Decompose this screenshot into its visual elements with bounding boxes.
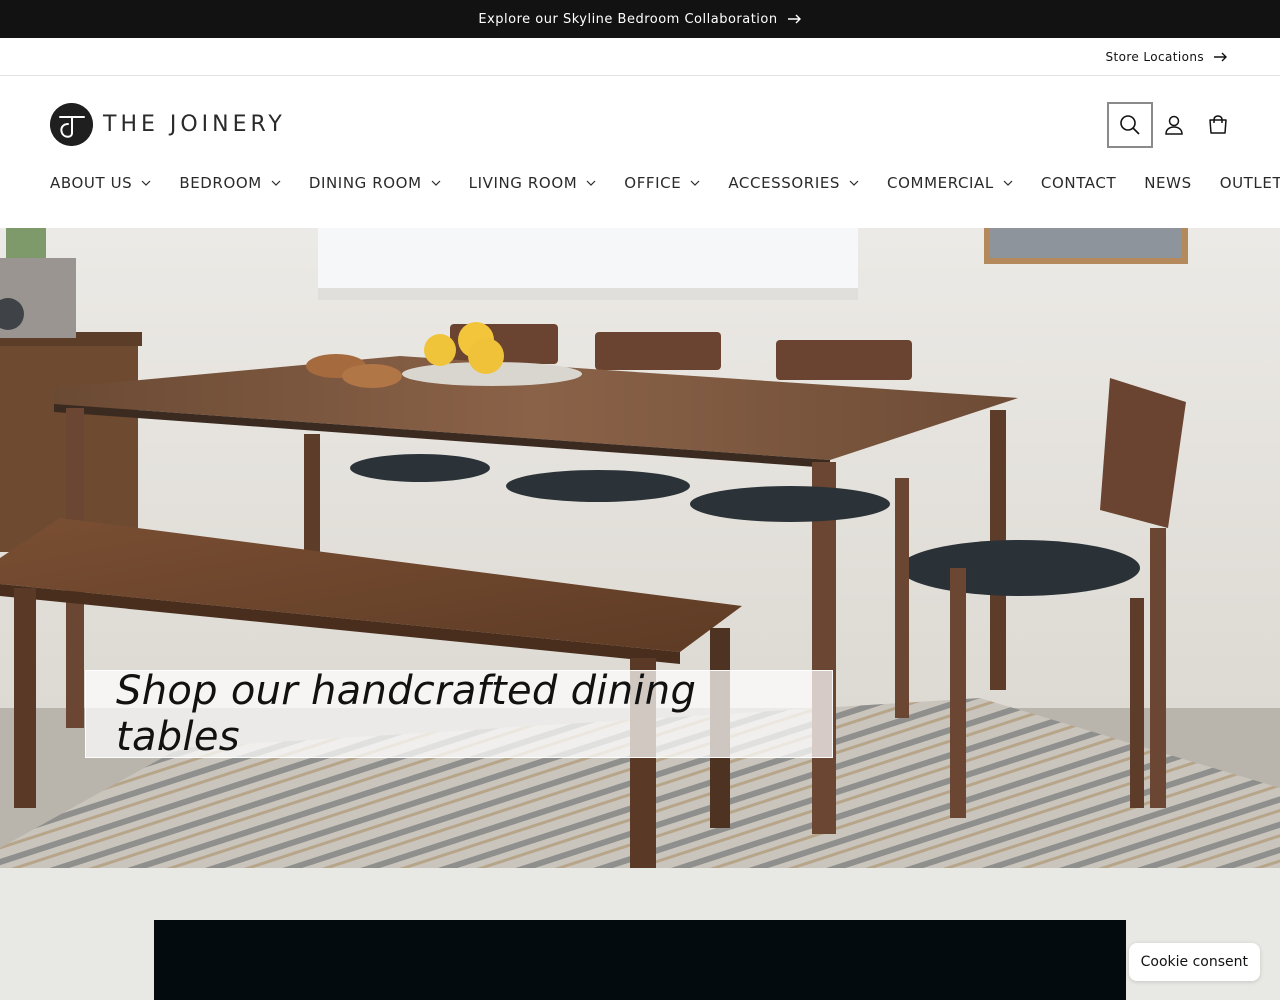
hero-caption[interactable]: Shop our handcrafted dining tables [85, 668, 833, 760]
search-button[interactable] [1107, 102, 1153, 148]
hero-caption-text: Shop our handcrafted dining tables [116, 668, 697, 760]
nav-label: DINING ROOM [308, 174, 422, 192]
nav-item-living-room[interactable]: LIVING ROOM [469, 174, 597, 192]
nav-item-accessories[interactable]: ACCESSORIES [728, 174, 859, 192]
arrow-right-icon [1214, 52, 1227, 61]
chevron-down-icon [849, 180, 859, 186]
nav-item-commercial[interactable]: COMMERCIAL [887, 174, 1013, 192]
utility-bar: Store Locations [0, 38, 1280, 76]
account-button[interactable] [1152, 103, 1196, 147]
nav-item-contact[interactable]: CONTACT [1041, 174, 1116, 192]
store-locations-link[interactable]: Store Locations [1105, 50, 1228, 64]
chevron-down-icon [1003, 180, 1013, 186]
nav-label: CONTACT [1040, 174, 1117, 192]
brand-name: THE JOINERY [103, 112, 286, 137]
account-icon [1165, 115, 1183, 135]
nav-item-news[interactable]: NEWS [1144, 174, 1191, 192]
cookie-consent-button[interactable]: Cookie consent [1128, 943, 1260, 981]
announcement-link[interactable]: Explore our Skyline Bedroom Collaboratio… [478, 12, 801, 27]
nav-label: BEDROOM [179, 174, 262, 192]
header-icons [1107, 102, 1240, 148]
video-section [0, 868, 1280, 1000]
chevron-down-icon [271, 180, 281, 186]
chevron-down-icon [141, 180, 151, 186]
search-icon [1120, 115, 1140, 135]
cookie-consent-label: Cookie consent [1140, 954, 1248, 970]
chevron-down-icon [586, 180, 596, 186]
main-navigation: ABOUT US BEDROOM DINING ROOM LIVING ROOM… [50, 174, 1280, 192]
nav-item-bedroom[interactable]: BEDROOM [179, 174, 281, 192]
joinery-logo-icon [50, 103, 93, 146]
nav-label: LIVING ROOM [468, 174, 578, 192]
chevron-down-icon [690, 180, 700, 186]
cart-icon [1209, 115, 1227, 134]
logo-link[interactable]: THE JOINERY [50, 103, 286, 146]
nav-label: OUTLET [1219, 174, 1280, 192]
nav-item-dining-room[interactable]: DINING ROOM [309, 174, 441, 192]
nav-label: ACCESSORIES [728, 174, 841, 192]
site-header: THE JOINERY ABOUT US BEDROOM DINING ROOM… [0, 76, 1280, 228]
nav-label: COMMERCIAL [887, 174, 994, 192]
nav-label: ABOUT US [50, 174, 133, 192]
announcement-bar: Explore our Skyline Bedroom Collaboratio… [0, 0, 1280, 38]
chevron-down-icon [431, 180, 441, 186]
cart-button[interactable] [1196, 103, 1240, 147]
arrow-right-icon [787, 14, 801, 24]
store-locations-label: Store Locations [1105, 49, 1204, 64]
hero-image [0, 228, 1280, 868]
video-player[interactable] [154, 920, 1126, 1000]
nav-label: NEWS [1144, 174, 1192, 192]
announcement-text: Explore our Skyline Bedroom Collaboratio… [478, 11, 778, 27]
hero-banner[interactable]: Shop our handcrafted dining tables [0, 228, 1280, 868]
nav-item-about-us[interactable]: ABOUT US [50, 174, 151, 192]
nav-item-office[interactable]: OFFICE [624, 174, 700, 192]
nav-item-outlet[interactable]: OUTLET [1220, 174, 1280, 192]
nav-label: OFFICE [624, 174, 682, 192]
